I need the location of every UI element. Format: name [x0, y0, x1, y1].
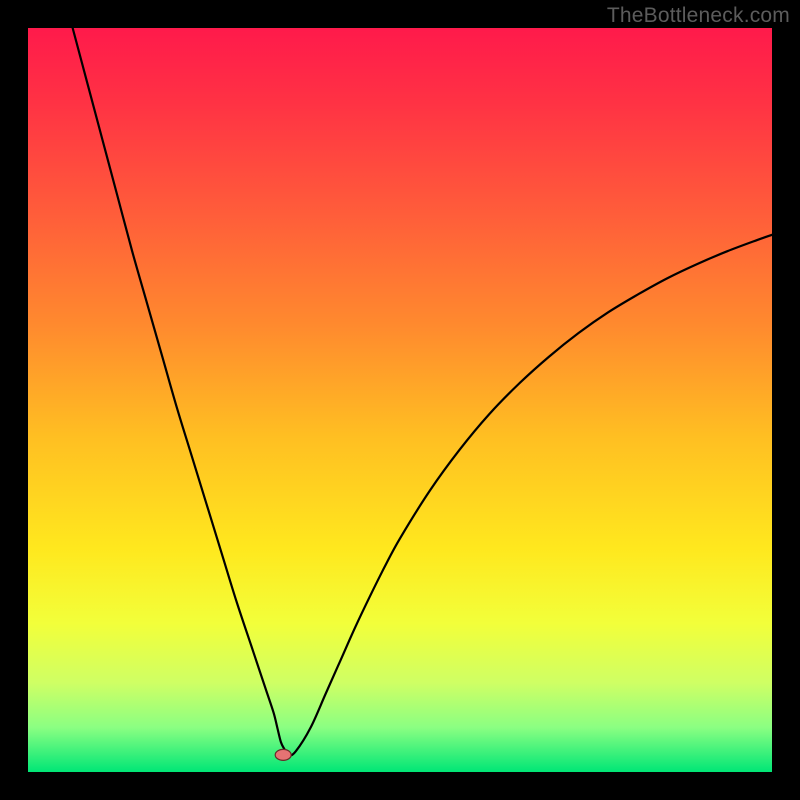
bottleneck-chart: [28, 28, 772, 772]
minimum-marker-icon: [275, 749, 291, 760]
gradient-background: [28, 28, 772, 772]
chart-frame: [28, 28, 772, 772]
watermark-text: TheBottleneck.com: [607, 4, 790, 28]
